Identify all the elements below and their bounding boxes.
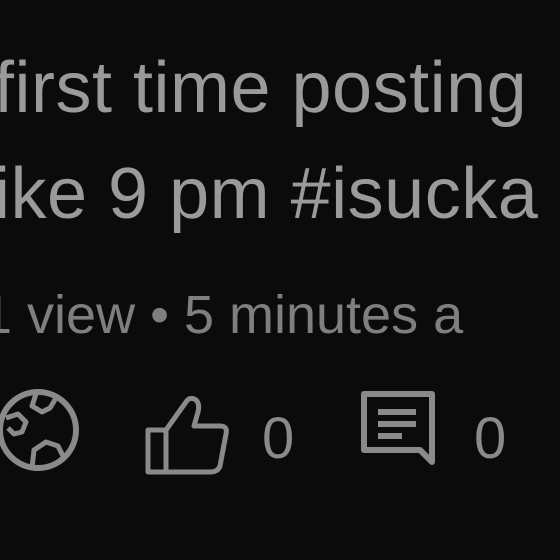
post-title-line-2: ike 9 pm #isucka — [0, 154, 539, 234]
comment-icon[interactable] — [358, 388, 440, 478]
comment-count: 0 — [474, 406, 507, 471]
post-actions-bar: 0 0 — [0, 380, 560, 490]
post-meta: 1 view • 5 minutes a — [0, 285, 464, 345]
post-title-line-1: first time posting — [0, 48, 528, 128]
thumbs-up-icon[interactable] — [142, 394, 232, 476]
globe-icon[interactable] — [0, 384, 84, 476]
like-count: 0 — [262, 406, 295, 471]
